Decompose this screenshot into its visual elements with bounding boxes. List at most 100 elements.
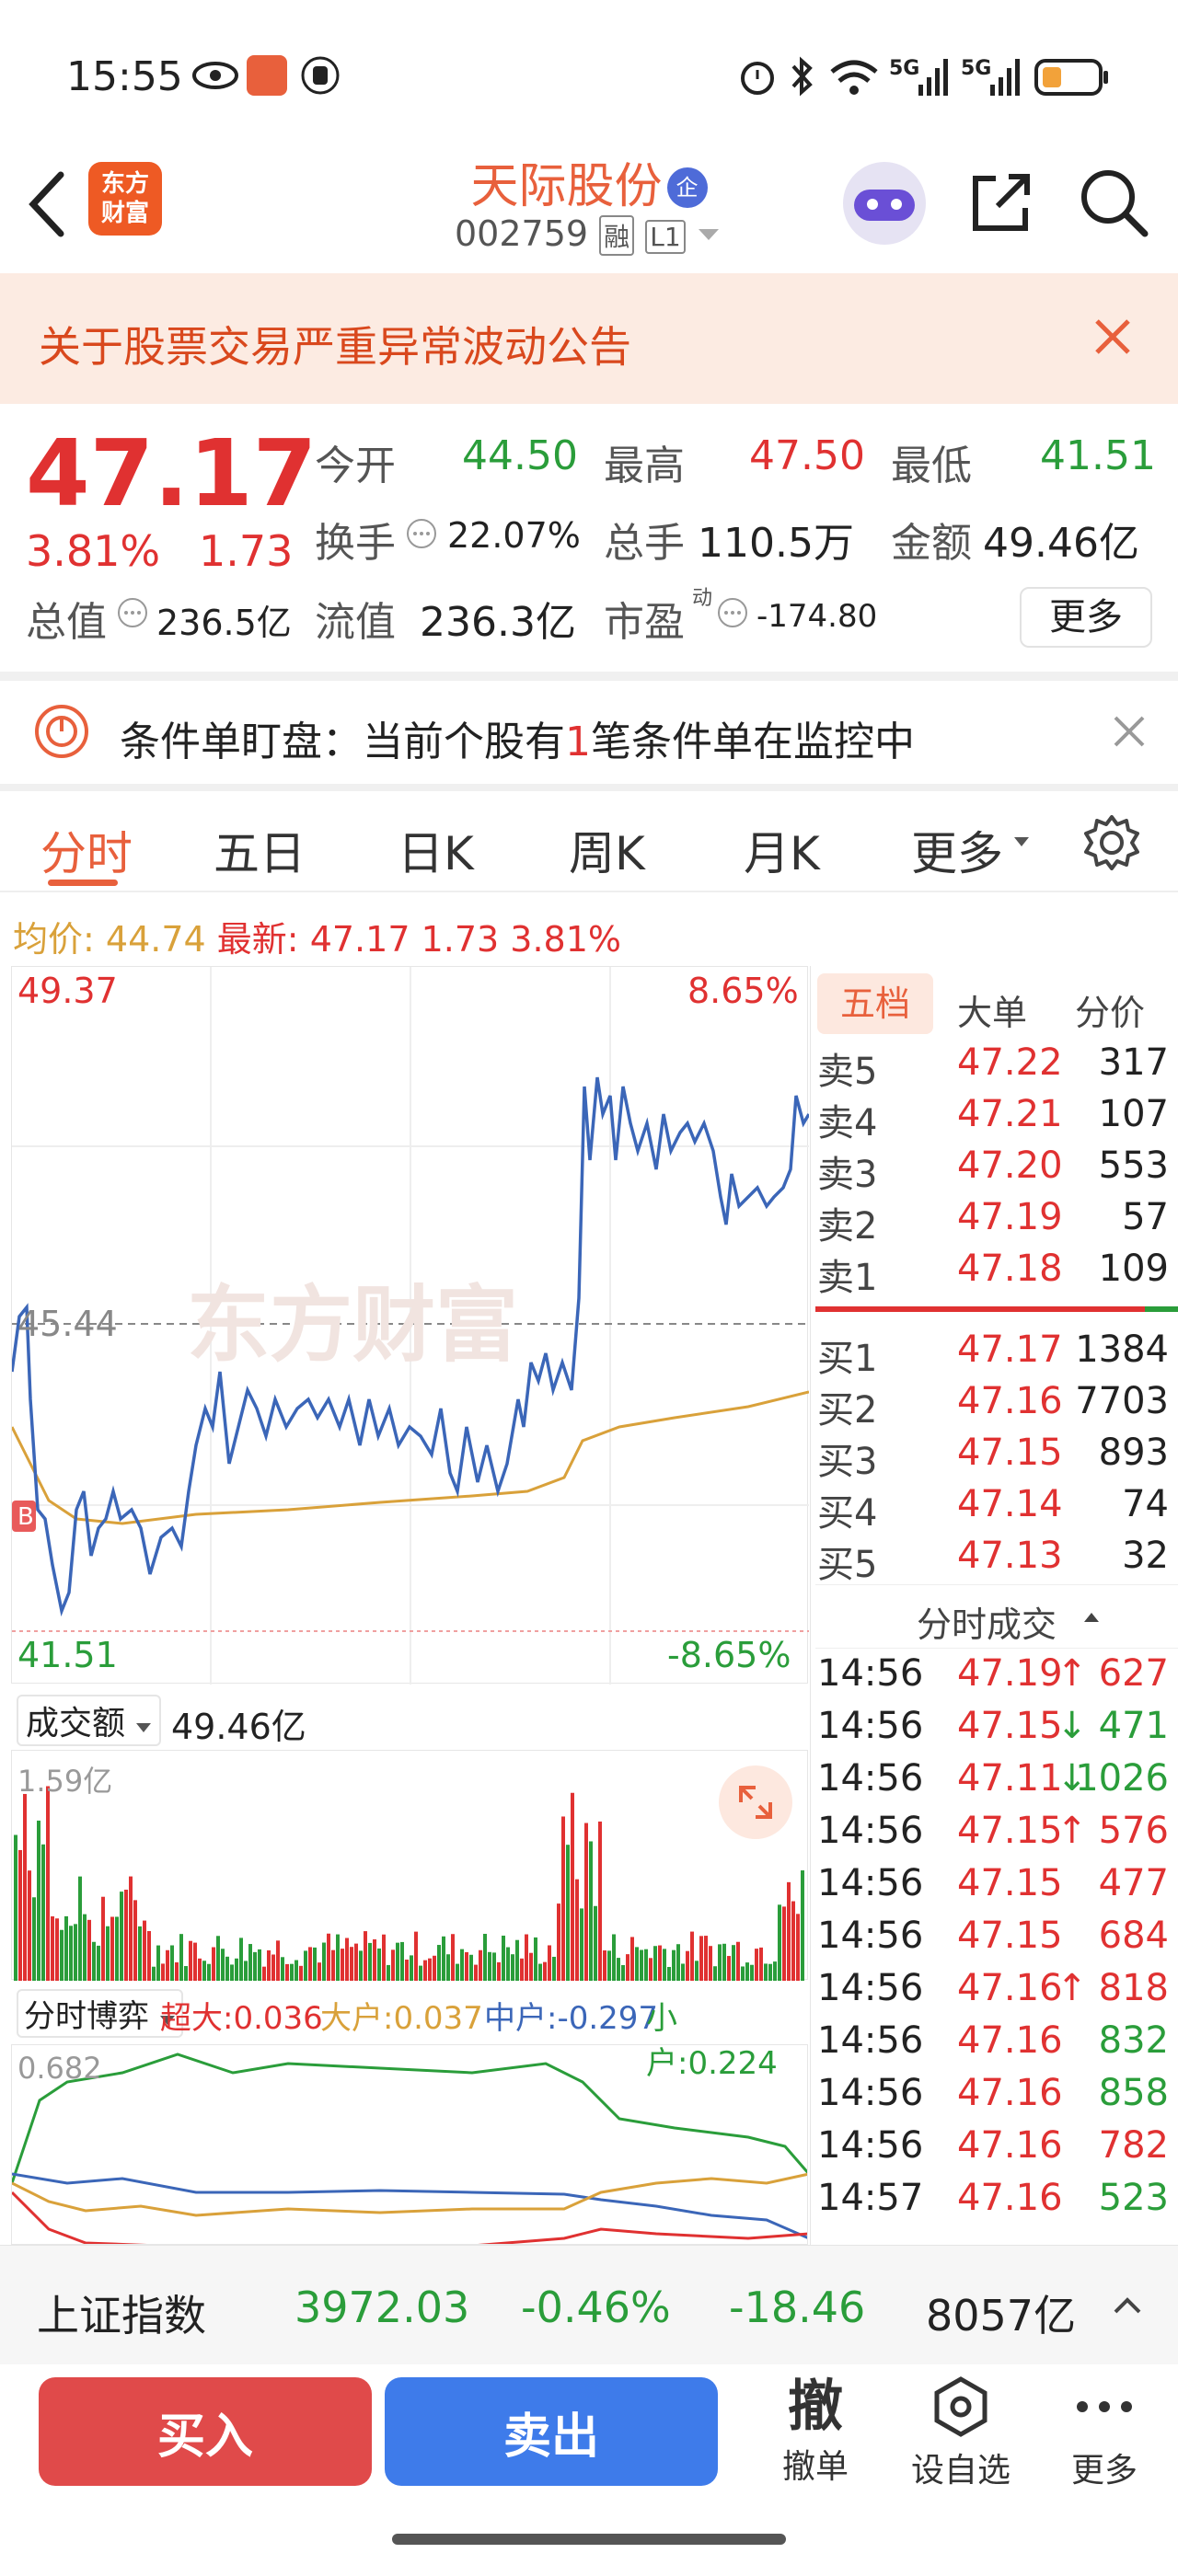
search-icon[interactable] [1077,166,1150,239]
tab-intraday[interactable]: 分时 [40,817,133,883]
cancel-glyph-icon: 撤 [788,2375,843,2439]
volume-chart[interactable]: 1.59亿 [11,1750,808,1981]
high-value: 47.50 [749,432,865,479]
robot-assistant-icon[interactable] [843,162,926,245]
volume-bar [732,1945,735,1981]
bid-row[interactable]: 买3 47.15 893 [815,1428,1178,1483]
more-actions-button[interactable]: 更多 [1049,2374,1160,2491]
tick-volume: 684 [1098,1915,1169,1957]
expand-button[interactable] [719,1765,792,1839]
tick-direction-icon: ↓ [1057,1705,1088,1747]
share-icon[interactable] [966,167,1036,237]
tab-five-day[interactable]: 五日 [214,817,306,883]
volume-bar [235,1958,238,1981]
condition-order-bar[interactable]: 条件单盯盘：当前个股有1笔条件单在监控中 [0,681,1178,784]
volume-bar [244,1961,248,1981]
enterprise-badge: 企 [666,167,708,208]
tick-time: 14:56 [817,2019,924,2062]
volume-label: 成交额 [26,1705,126,1742]
volume-bar [745,1962,749,1981]
bid-volume: 74 [1122,1483,1169,1525]
volume-bar [506,1947,510,1981]
ask-row[interactable]: 卖4 47.21 107 [815,1089,1178,1144]
volume-bar [511,1954,514,1981]
tab-price-distribution[interactable]: 分价 [1075,984,1145,1035]
volume-bar [594,1905,597,1981]
tick-price: 47.15 [957,1862,1063,1904]
bid-price: 47.14 [957,1483,1063,1525]
ask-volume: 317 [1098,1041,1169,1084]
volume-bar [741,1966,745,1981]
info-icon-2[interactable] [116,596,149,629]
volume-bar [161,1963,165,1981]
announcement-banner[interactable]: 关于股票交易严重异常波动公告 [0,273,1178,404]
gear-icon[interactable] [1082,813,1141,872]
flow-super: 超大:0.036 [160,2000,323,2037]
index-bar[interactable]: 上证指数 3972.03 -0.46% -18.46 8057亿 [0,2245,1178,2364]
info-icon-3[interactable] [716,596,749,629]
app-logo[interactable]: 东方 财富 [88,162,162,236]
volume-bar [515,1939,519,1981]
bid-price: 47.13 [957,1535,1063,1577]
volume-bar [110,1916,114,1981]
tab-large-orders[interactable]: 大单 [957,984,1027,1035]
close-icon[interactable] [1091,316,1134,358]
tab-more[interactable]: 更多 [911,817,1003,883]
ask-row[interactable]: 卖2 47.19 57 [815,1192,1178,1248]
tab-daily-k[interactable]: 日K [398,817,474,883]
volume-bar [561,1816,565,1981]
tick-volume: 832 [1098,2019,1169,2062]
volume-bar [400,1941,404,1981]
bid-row[interactable]: 买2 47.16 7703 [815,1376,1178,1432]
volume-bar [557,1903,560,1981]
intraday-chart[interactable]: 东方财富 B 49.37 45.44 41.51 8.65% -8.65% [11,966,809,1685]
stock-name[interactable]: 天际股份 [470,159,662,214]
open-label: 今开 [315,443,396,489]
bid-volume: 1384 [1075,1328,1169,1371]
float-cap-label: 流值 [315,599,396,646]
sell-button[interactable]: 卖出 [385,2377,718,2486]
volume-bar [704,1936,708,1981]
bid-row[interactable]: 买1 47.17 1384 [815,1325,1178,1380]
volume-bar [225,1956,229,1981]
cancel-order-button[interactable]: 撤 撤单 [760,2374,871,2488]
tick-volume: 818 [1098,1967,1169,2009]
back-icon[interactable] [26,169,66,239]
bid-row[interactable]: 买5 47.13 32 [815,1531,1178,1586]
ask-row[interactable]: 卖3 47.20 553 [815,1141,1178,1196]
announcement-text[interactable]: 关于股票交易严重异常波动公告 [39,314,631,374]
tab-more-dropdown-icon[interactable] [1012,835,1031,850]
bid-price: 47.15 [957,1432,1063,1474]
price-axis-max: 49.37 [17,971,118,1011]
bid-row[interactable]: 买4 47.14 74 [815,1479,1178,1535]
volume-bar [37,1820,40,1981]
last-price: 47.17 [26,420,318,527]
more-quote-button[interactable]: 更多 [1020,587,1152,648]
buy-button[interactable]: 买入 [39,2377,372,2486]
volume-selector[interactable]: 成交额 [17,1695,162,1746]
percent-axis-max: 8.65% [687,971,799,1011]
ask-row[interactable]: 卖1 47.18 109 [815,1244,1178,1299]
add-watchlist-button[interactable]: 设自选 [906,2374,1016,2491]
volume-bar [276,1940,280,1981]
chevron-up-icon-2[interactable] [1112,2295,1143,2316]
tab-five-levels[interactable]: 五档 [817,973,933,1034]
bid-label: 买1 [817,1338,878,1380]
volume-bar [626,1954,629,1981]
bid-volume: 7703 [1075,1380,1169,1422]
flow-chart[interactable]: 0.682 [11,2044,808,2245]
volume-bar [603,1950,606,1981]
info-icon[interactable] [405,517,438,550]
tab-monthly-k[interactable]: 月K [744,817,820,883]
volume-bar [566,1845,570,1981]
flow-selector[interactable]: 分时博弈 [17,1989,183,2038]
ask-volume: 57 [1122,1196,1169,1238]
ask-label: 卖1 [817,1257,878,1299]
volume-label: 总手 [604,520,685,567]
ask-row[interactable]: 卖5 47.22 317 [815,1038,1178,1093]
chevron-down-icon[interactable] [697,225,721,244]
tab-weekly-k[interactable]: 周K [569,817,645,883]
ticks-header[interactable]: 分时成交 [815,1584,1178,1649]
volume-bar [179,1934,183,1981]
close-icon-2[interactable] [1112,714,1147,749]
